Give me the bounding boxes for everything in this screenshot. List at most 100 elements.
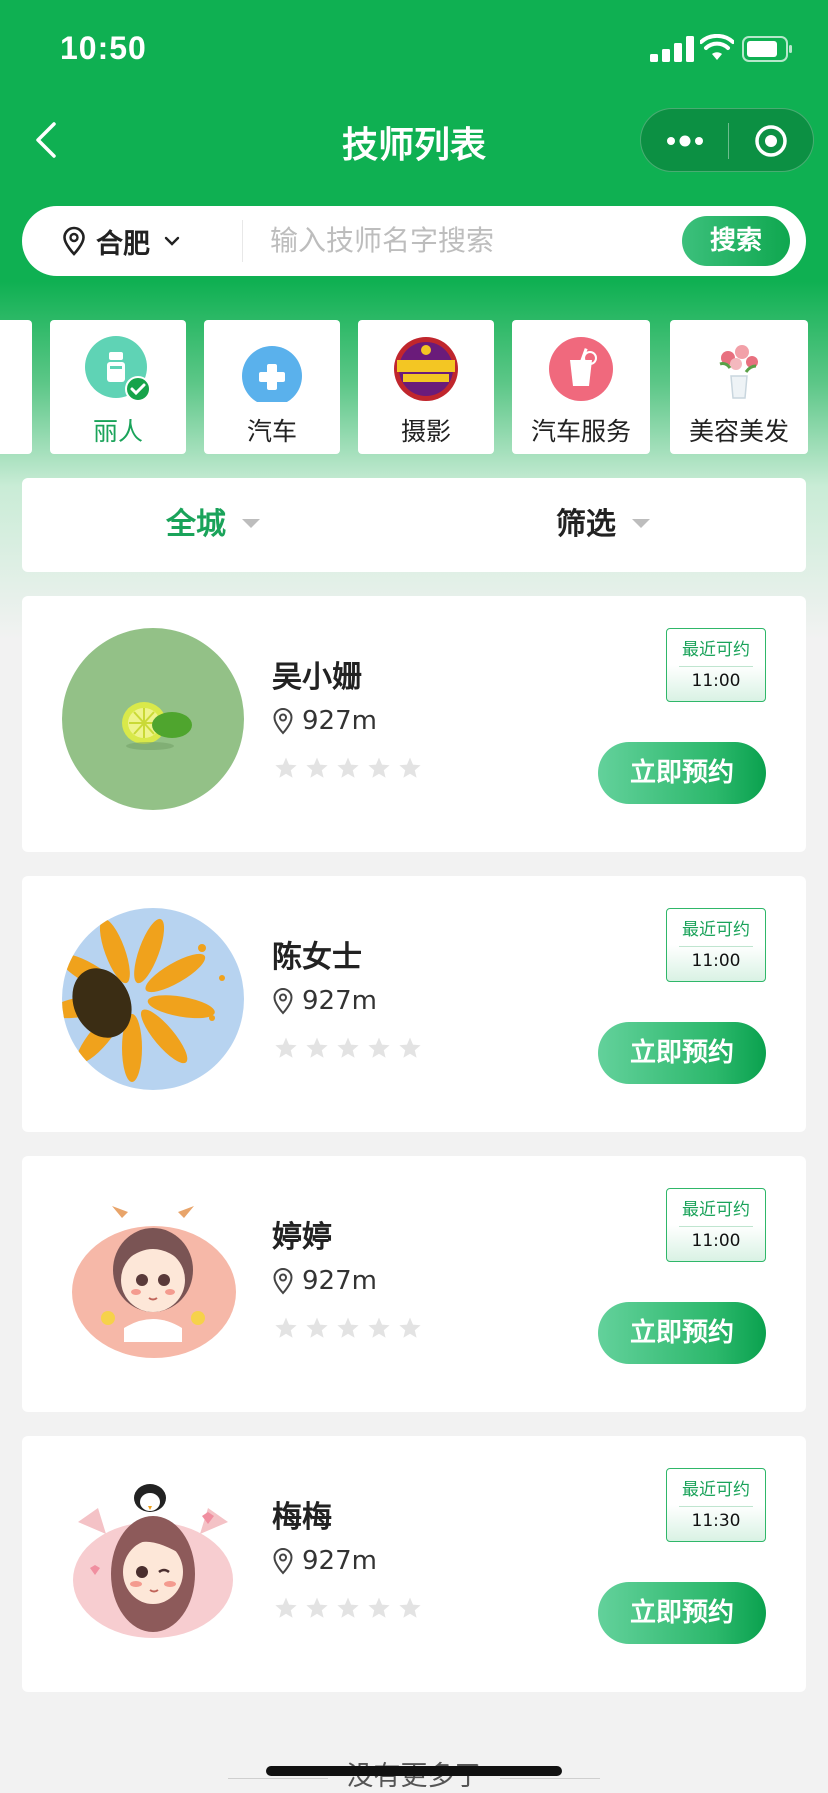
star-icon — [306, 1317, 328, 1338]
star-icon — [275, 1317, 297, 1338]
photography-badge-icon — [394, 337, 458, 401]
technician-name: 吴小姗 — [272, 660, 362, 695]
category-item-photography[interactable]: 摄影 — [358, 320, 494, 454]
rating-stars — [274, 1596, 422, 1620]
nearest-available-time: 11:00 — [691, 671, 741, 691]
status-time: 10:50 — [60, 30, 147, 66]
chevron-down-icon — [164, 236, 180, 246]
search-input[interactable]: 输入技师名字搜索 — [270, 206, 690, 276]
star-icon — [368, 1037, 390, 1058]
area-filter-label: 全城 — [166, 507, 226, 542]
filter-dropdown[interactable]: 筛选 — [556, 478, 650, 572]
distance-value: 927m — [302, 986, 377, 1016]
book-now-button[interactable]: 立即预约 — [598, 1022, 766, 1084]
technician-card[interactable]: 吴小姗 927m 最近可约 11:00 立即预约 — [22, 596, 806, 852]
close-miniprogram-icon[interactable] — [751, 121, 791, 161]
category-item-car[interactable]: 汽车 — [204, 320, 340, 454]
category-label: 汽车服务 — [530, 417, 631, 446]
car-kit-icon — [242, 346, 302, 402]
flower-vase-icon — [719, 345, 758, 399]
category-strip: 丽人 汽车 摄影 汽车服务 美容美发 — [0, 320, 828, 456]
category-label: 丽人 — [92, 417, 143, 446]
location-pin-icon — [273, 707, 293, 735]
distance-value: 927m — [302, 1546, 377, 1576]
category-item-beauty[interactable]: 丽人 — [50, 320, 186, 454]
miniprogram-capsule — [640, 108, 814, 172]
technician-card[interactable]: 婷婷 927m 最近可约 11:00 立即预约 — [22, 1156, 806, 1412]
star-icon — [368, 1317, 390, 1338]
beauty-icon — [85, 336, 151, 402]
search-bar: 合肥 输入技师名字搜索 搜索 — [22, 206, 806, 276]
nearest-available-label: 最近可约 — [682, 640, 750, 660]
star-icon — [399, 757, 421, 778]
location-pin-icon — [273, 987, 293, 1015]
avatar — [62, 908, 244, 1090]
category-item-partial[interactable] — [0, 320, 32, 454]
search-divider — [242, 220, 243, 262]
distance-value: 927m — [302, 706, 377, 736]
rating-stars — [274, 756, 422, 780]
city-selector[interactable]: 合肥 — [62, 220, 190, 262]
nearest-available-label: 最近可约 — [682, 1480, 750, 1500]
category-label: 摄影 — [400, 417, 451, 446]
nearest-available-label: 最近可约 — [682, 920, 750, 940]
nearest-available-time: 11:00 — [691, 1231, 741, 1251]
star-icon — [306, 1037, 328, 1058]
location-pin-icon — [273, 1547, 293, 1575]
wifi-icon — [700, 34, 734, 60]
technician-name: 陈女士 — [272, 940, 362, 975]
area-filter[interactable]: 全城 — [166, 478, 260, 572]
star-icon — [368, 1597, 390, 1618]
star-icon — [399, 1037, 421, 1058]
nearest-available-badge: 最近可约 11:00 — [666, 908, 766, 982]
location-pin-icon — [273, 1267, 293, 1295]
star-icon — [275, 757, 297, 778]
star-icon — [275, 1037, 297, 1058]
technician-name: 婷婷 — [272, 1220, 332, 1255]
category-item-beauty-hair[interactable]: 美容美发 — [670, 320, 808, 454]
technician-card[interactable]: 陈女士 927m 最近可约 11:00 立即预约 — [22, 876, 806, 1132]
badge-divider — [679, 1506, 753, 1507]
badge-divider — [679, 1226, 753, 1227]
rating-stars — [274, 1036, 422, 1060]
badge-divider — [679, 666, 753, 667]
avatar — [62, 1188, 244, 1370]
avatar — [62, 628, 244, 810]
technician-distance: 927m — [272, 986, 377, 1016]
book-now-button[interactable]: 立即预约 — [598, 742, 766, 804]
nearest-available-label: 最近可约 — [682, 1200, 750, 1220]
star-icon — [399, 1597, 421, 1618]
nav-bar: 技师列表 — [0, 100, 828, 180]
technician-distance: 927m — [272, 1546, 377, 1576]
signal-icon — [650, 36, 694, 62]
nearest-available-time: 11:30 — [691, 1511, 741, 1531]
star-icon — [306, 757, 328, 778]
nearest-available-time: 11:00 — [691, 951, 741, 971]
book-now-button[interactable]: 立即预约 — [598, 1582, 766, 1644]
rating-stars — [274, 1316, 422, 1340]
triangle-down-icon — [242, 519, 260, 528]
status-bar: 10:50 — [0, 0, 828, 100]
nearest-available-badge: 最近可约 11:00 — [666, 628, 766, 702]
badge-divider — [679, 946, 753, 947]
filter-bar: 全城 筛选 — [22, 478, 806, 572]
filter-label: 筛选 — [556, 507, 616, 542]
avatar — [62, 1468, 244, 1650]
location-pin-icon — [63, 226, 85, 256]
drink-icon — [549, 337, 613, 401]
star-icon — [399, 1317, 421, 1338]
home-indicator[interactable] — [266, 1766, 562, 1776]
star-icon — [337, 757, 359, 778]
technician-card[interactable]: 梅梅 927m 最近可约 11:30 立即预约 — [22, 1436, 806, 1692]
category-label: 美容美发 — [688, 417, 789, 446]
category-label: 汽车 — [246, 417, 297, 446]
more-icon[interactable] — [663, 127, 707, 155]
star-icon — [306, 1597, 328, 1618]
distance-value: 927m — [302, 1266, 377, 1296]
star-icon — [368, 757, 390, 778]
search-button[interactable]: 搜索 — [682, 216, 790, 266]
star-icon — [275, 1597, 297, 1618]
star-icon — [337, 1037, 359, 1058]
category-item-car-service[interactable]: 汽车服务 — [512, 320, 650, 454]
book-now-button[interactable]: 立即预约 — [598, 1302, 766, 1364]
